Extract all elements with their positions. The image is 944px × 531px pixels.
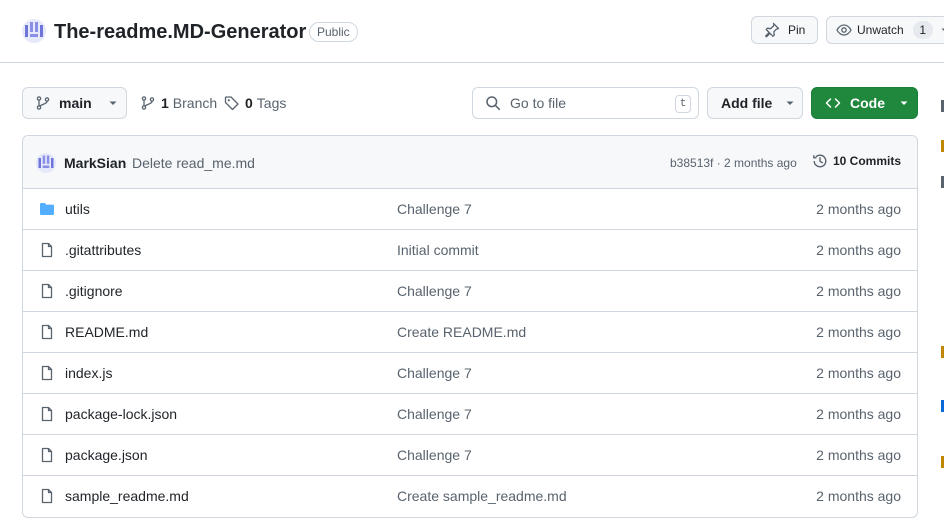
branch-count: 1 bbox=[161, 95, 169, 111]
file-name-link[interactable]: package-lock.json bbox=[65, 406, 177, 422]
keyboard-shortcut-hint: t bbox=[675, 95, 691, 113]
owner-avatar[interactable] bbox=[22, 19, 46, 43]
about-sidebar-edge bbox=[940, 0, 944, 531]
commit-sha-age[interactable]: b38513f · 2 months ago bbox=[670, 156, 797, 170]
code-icon bbox=[825, 98, 841, 108]
file-name-link[interactable]: index.js bbox=[65, 365, 112, 381]
file-list: MarkSian Delete read_me.md b38513f · 2 m… bbox=[22, 135, 918, 518]
tag-word: Tags bbox=[256, 95, 287, 111]
file-commit-message-link[interactable]: Create README.md bbox=[397, 324, 526, 340]
file-name-link[interactable]: sample_readme.md bbox=[65, 488, 189, 504]
file-commit-message-link[interactable]: Challenge 7 bbox=[397, 365, 472, 381]
caret-down-icon bbox=[900, 101, 908, 105]
file-name-link[interactable]: README.md bbox=[65, 324, 148, 340]
code-button[interactable]: Code bbox=[811, 87, 918, 119]
unwatch-label: Unwatch bbox=[857, 23, 904, 37]
file-commit-age: 2 months ago bbox=[816, 283, 901, 299]
file-row: .gitignore Challenge 7 2 months ago bbox=[23, 271, 917, 312]
file-icon bbox=[39, 406, 55, 422]
search-icon bbox=[486, 96, 501, 111]
code-label: Code bbox=[850, 95, 885, 111]
file-commit-message-link[interactable]: Challenge 7 bbox=[397, 406, 472, 422]
commits-history-link[interactable]: 10 Commits bbox=[812, 153, 901, 169]
file-name-link[interactable]: package.json bbox=[65, 447, 148, 463]
commits-count-label: 10 Commits bbox=[833, 154, 902, 168]
file-navigation-toolbar: main 1 Branch 0 Tags t Add file Code bbox=[0, 87, 944, 119]
file-commit-age: 2 months ago bbox=[816, 406, 901, 422]
file-commit-message-link[interactable]: Challenge 7 bbox=[397, 283, 472, 299]
pin-icon bbox=[765, 22, 780, 38]
caret-down-icon bbox=[109, 101, 117, 105]
file-row: package.json Challenge 7 2 months ago bbox=[23, 435, 917, 476]
commit-author-link[interactable]: MarkSian bbox=[64, 155, 126, 171]
file-row: .gitattributes Initial commit 2 months ago bbox=[23, 230, 917, 271]
file-name-link[interactable]: utils bbox=[65, 201, 90, 217]
repo-header: The-readme.MD-Generator Public Pin Unwat… bbox=[0, 0, 944, 63]
file-icon bbox=[39, 447, 55, 463]
file-icon bbox=[39, 242, 55, 258]
file-icon bbox=[39, 283, 55, 299]
branch-select-button[interactable]: main bbox=[22, 87, 127, 119]
tag-count: 0 bbox=[245, 95, 253, 111]
pin-label: Pin bbox=[788, 23, 806, 37]
file-commit-age: 2 months ago bbox=[816, 447, 901, 463]
file-icon bbox=[39, 488, 55, 504]
tag-icon bbox=[224, 96, 239, 111]
file-commit-message-link[interactable]: Challenge 7 bbox=[397, 447, 472, 463]
history-icon bbox=[813, 154, 827, 168]
branch-word: Branch bbox=[172, 95, 218, 111]
visibility-badge: Public bbox=[309, 22, 358, 42]
tags-link[interactable]: 0 Tags bbox=[224, 87, 286, 119]
go-to-file-search[interactable]: t bbox=[472, 87, 699, 119]
repo-name-link[interactable]: The-readme.MD-Generator bbox=[54, 19, 306, 45]
file-commit-message-link[interactable]: Challenge 7 bbox=[397, 201, 472, 217]
file-commit-age: 2 months ago bbox=[816, 324, 901, 340]
file-row: index.js Challenge 7 2 months ago bbox=[23, 353, 917, 394]
file-commit-age: 2 months ago bbox=[816, 201, 901, 217]
file-row: package-lock.json Challenge 7 2 months ago bbox=[23, 394, 917, 435]
watch-count: 1 bbox=[912, 21, 933, 39]
file-commit-age: 2 months ago bbox=[816, 242, 901, 258]
add-file-button[interactable]: Add file bbox=[707, 87, 803, 119]
file-row: README.md Create README.md 2 months ago bbox=[23, 312, 917, 353]
branch-icon bbox=[36, 96, 50, 110]
branch-icon bbox=[141, 96, 155, 110]
file-name-link[interactable]: .gitattributes bbox=[65, 242, 141, 258]
go-to-file-input[interactable] bbox=[510, 95, 660, 111]
branch-name: main bbox=[59, 95, 92, 111]
pin-button[interactable]: Pin bbox=[751, 16, 818, 44]
eye-icon bbox=[836, 24, 852, 36]
folder-icon bbox=[39, 201, 55, 217]
file-commit-message-link[interactable]: Create sample_readme.md bbox=[397, 488, 567, 504]
file-commit-message-link[interactable]: Initial commit bbox=[397, 242, 479, 258]
latest-commit-bar: MarkSian Delete read_me.md b38513f · 2 m… bbox=[23, 136, 917, 189]
file-row: sample_readme.md Create sample_readme.md 2… bbox=[23, 476, 917, 517]
file-row: utils Challenge 7 2 months ago bbox=[23, 189, 917, 230]
file-icon bbox=[39, 365, 55, 381]
add-file-label: Add file bbox=[721, 95, 773, 111]
file-commit-age: 2 months ago bbox=[816, 488, 901, 504]
unwatch-button[interactable]: Unwatch 1 bbox=[826, 16, 944, 44]
file-name-link[interactable]: .gitignore bbox=[65, 283, 123, 299]
commit-author-avatar[interactable] bbox=[36, 153, 56, 173]
branches-link[interactable]: 1 Branch bbox=[140, 87, 217, 119]
file-commit-age: 2 months ago bbox=[816, 365, 901, 381]
file-icon bbox=[39, 324, 55, 340]
caret-down-icon bbox=[786, 101, 794, 105]
file-rows: utils Challenge 72 months ago .gitattribut… bbox=[23, 189, 917, 517]
commit-message-link[interactable]: Delete read_me.md bbox=[132, 155, 255, 171]
